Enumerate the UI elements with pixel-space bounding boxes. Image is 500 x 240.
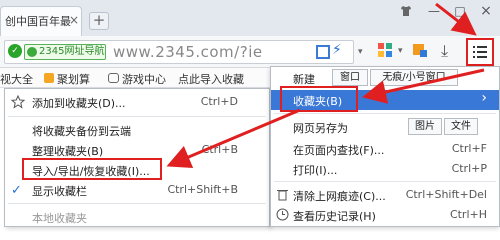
local-favorites-label: 本地收藏夹 xyxy=(32,212,87,225)
submenu-arrow-icon: › xyxy=(481,90,487,106)
clear-history-label: 清除上网痕迹(C)... xyxy=(293,190,386,203)
add-favorite-item[interactable]: 添加到收藏夹(D)... Ctrl+D xyxy=(4,92,268,112)
bookmark-item[interactable]: 视大全 xyxy=(0,71,33,87)
secure-check-icon[interactable]: ✓ xyxy=(8,44,22,58)
organize-favorites-shortcut: Ctrl+B xyxy=(201,143,238,156)
tab-title: 创中国百年最 xyxy=(5,15,71,28)
clear-history-shortcut: Ctrl+Shift+Del xyxy=(405,188,487,201)
clear-history-item[interactable]: 清除上网痕迹(C)... Ctrl+Shift+Del xyxy=(271,185,499,205)
organize-favorites-label: 整理收藏夹(B) xyxy=(32,145,104,158)
annotation-highlight-box xyxy=(22,158,162,180)
address-dropdown-icon[interactable]: ▾ xyxy=(358,47,363,57)
clock-icon xyxy=(276,208,289,221)
skin-icon[interactable] xyxy=(392,0,420,22)
new-incognito-button[interactable]: 无痕/小号窗口 xyxy=(370,69,458,86)
bookmark-import-link[interactable]: 点此导入收藏 xyxy=(178,71,244,87)
add-favorite-shortcut: Ctrl+D xyxy=(200,95,238,108)
view-history-label: 查看历史记录(H) xyxy=(293,210,376,223)
find-in-page-label: 在页面内查找(F)... xyxy=(293,144,385,157)
menu-separator xyxy=(8,203,266,204)
apps-icon[interactable] xyxy=(378,43,394,59)
nav-site-badge-label: 2345网址导航 xyxy=(39,46,105,57)
apps-dropdown-icon[interactable]: ▾ xyxy=(398,46,403,56)
puzzle-icon[interactable] xyxy=(412,42,428,58)
print-label: 打印(I)... xyxy=(293,164,338,177)
maximize-button[interactable]: □ xyxy=(446,0,474,22)
annotation-highlight-box xyxy=(280,86,358,112)
show-favorites-bar-label: 显示收藏栏 xyxy=(32,185,87,198)
show-favorites-bar-item[interactable]: ✓ 显示收藏栏 Ctrl+Shift+B xyxy=(4,180,268,200)
check-icon: ✓ xyxy=(11,183,22,198)
print-item[interactable]: 打印(I)... Ctrl+P xyxy=(271,159,499,179)
bookmark-icon xyxy=(44,73,54,83)
menu-separator xyxy=(8,116,266,117)
bookmark-item[interactable]: 游戏中心 xyxy=(122,71,166,87)
print-shortcut: Ctrl+P xyxy=(451,162,487,175)
tab-close-icon[interactable]: × xyxy=(68,14,80,26)
view-history-item[interactable]: 查看历史记录(H) Ctrl+H xyxy=(271,205,499,225)
view-history-shortcut: Ctrl+H xyxy=(449,208,487,221)
close-window-button[interactable]: × xyxy=(472,0,500,22)
save-image-button[interactable]: 图片 xyxy=(408,118,442,135)
speed-mode-icon[interactable]: ⚡ xyxy=(332,42,342,58)
bookmark-item[interactable]: 聚划算 xyxy=(57,71,90,87)
organize-favorites-item[interactable]: 整理收藏夹(B) Ctrl+B xyxy=(4,140,268,160)
minimize-button[interactable]: — xyxy=(420,0,448,22)
new-window-button[interactable]: 窗口 xyxy=(332,69,368,86)
download-icon[interactable]: ⤓ xyxy=(441,41,448,61)
find-in-page-item[interactable]: 在页面内查找(F)... Ctrl+F xyxy=(271,139,499,159)
star-icon xyxy=(10,94,26,109)
nav-badge-icon xyxy=(27,47,37,57)
new-tab-button[interactable]: + xyxy=(89,12,109,30)
trash-icon xyxy=(276,188,289,201)
menu-separator xyxy=(274,181,496,182)
url-text[interactable]: www.2345.com/?ie xyxy=(113,43,263,61)
save-file-button[interactable]: 文件 xyxy=(444,118,478,135)
hamburger-menu-icon xyxy=(473,45,487,59)
qr-code-icon[interactable] xyxy=(316,45,330,59)
find-in-page-shortcut: Ctrl+F xyxy=(451,142,487,155)
menu-separator xyxy=(274,113,496,114)
add-favorite-label: 添加到收藏夹(D)... xyxy=(32,97,126,110)
cloud-backup-item[interactable]: 将收藏夹备份到云端 xyxy=(4,120,268,140)
cloud-backup-label: 将收藏夹备份到云端 xyxy=(32,125,131,138)
local-favorites-header: 本地收藏夹 xyxy=(4,207,268,227)
show-favorites-bar-shortcut: Ctrl+Shift+B xyxy=(167,183,238,196)
save-as-label: 网页另存为 xyxy=(293,122,348,135)
new-label: 新建 xyxy=(293,73,315,86)
gamepad-icon xyxy=(108,73,119,83)
